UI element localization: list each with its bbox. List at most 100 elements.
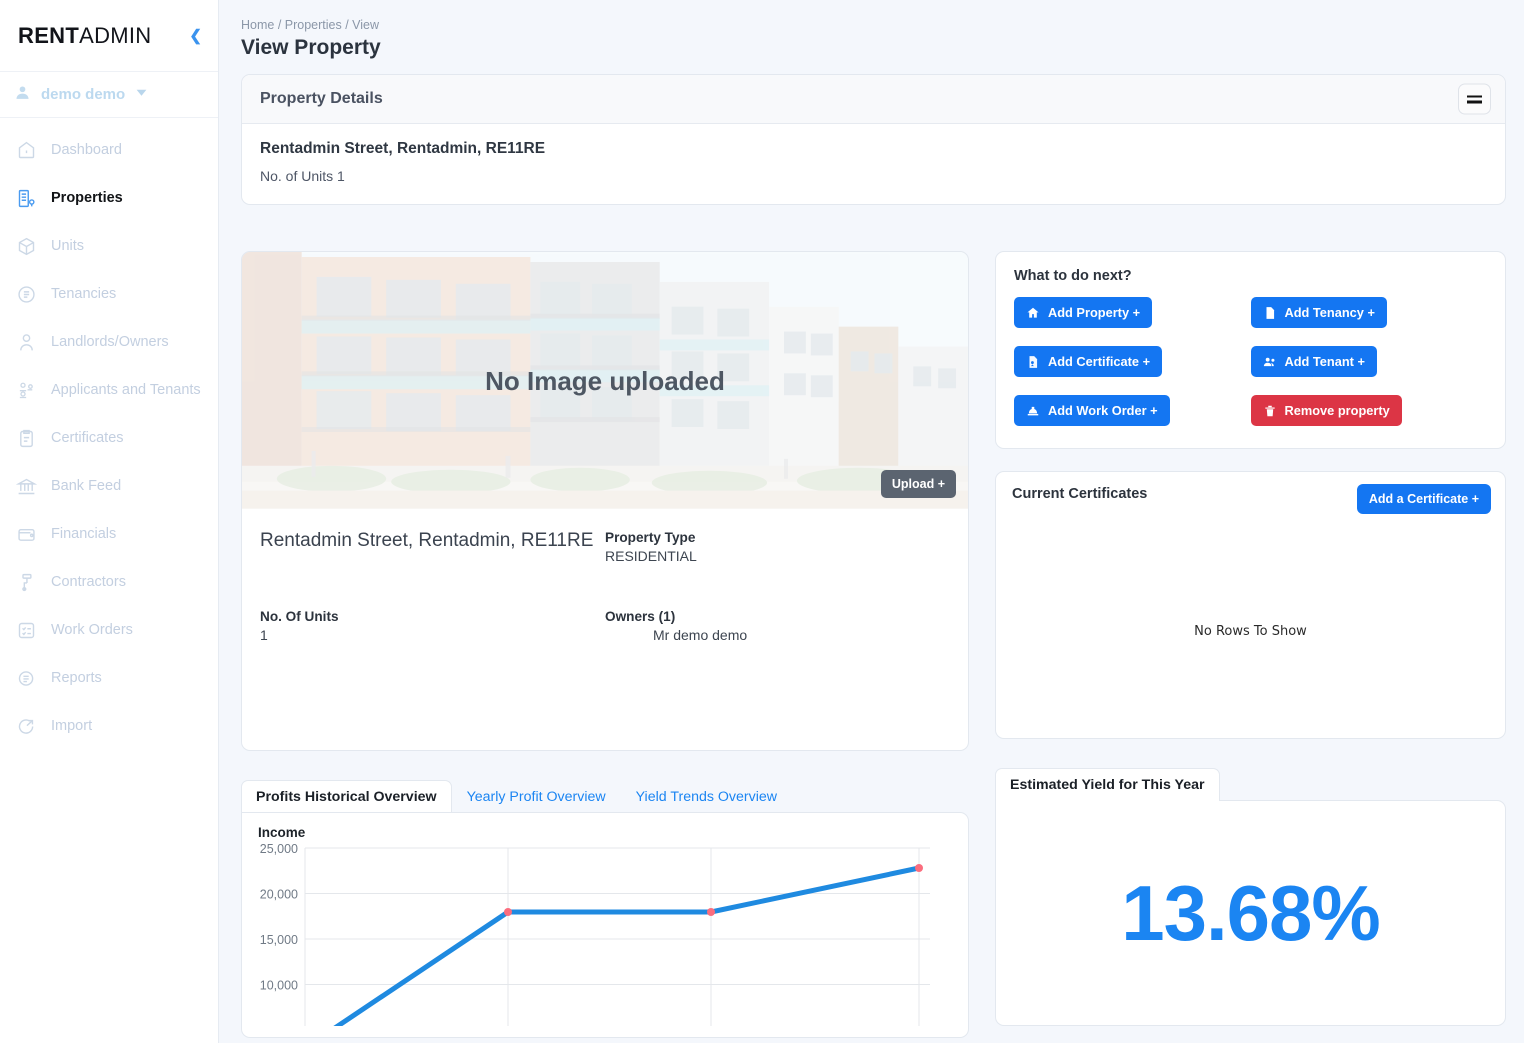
add-property-button[interactable]: Add Property + [1014,297,1153,328]
building-icon [16,188,37,209]
checklist-icon [16,620,37,641]
sidebar-item-financials[interactable]: Financials [0,510,218,558]
sidebar-item-label: Dashboard [51,142,122,158]
file-icon [1263,306,1277,320]
sidebar-item-label: Properties [51,190,123,206]
property-details-header: Property Details [242,75,1505,124]
owners-label: Owners (1) [605,609,676,624]
units-value: 1 [260,627,268,643]
hamburger-icon[interactable] [1458,83,1491,115]
estimated-yield-value: 13.68% [1121,868,1381,957]
chart-gridlines-horizontal [305,847,930,985]
brand-header: RENTADMIN ❮ [0,0,218,72]
report-icon [16,668,37,689]
home-pentagon-icon [16,140,37,161]
main-content: Home / Properties / View View Property P… [219,0,1524,1043]
document-circle-icon [16,284,37,305]
tab-estimated-yield[interactable]: Estimated Yield for This Year [995,768,1220,801]
add-work-order-button[interactable]: Add Work Order + [1014,395,1170,426]
sidebar-item-landlords-owners[interactable]: Landlords/Owners [0,318,218,366]
property-details-title: Property Details [260,90,383,107]
sidebar-item-label: Reports [51,670,102,686]
right-column: What to do next? Add Property + Add Tena… [995,251,1506,1038]
svg-text:20,000: 20,000 [260,888,298,902]
remove-property-button[interactable]: Remove property [1250,395,1402,426]
sidebar-item-label: Work Orders [51,622,133,638]
user-menu[interactable]: demo demo [0,72,218,118]
app-root: RENTADMIN ❮ demo demo Dashboard Properti… [0,0,1524,1043]
add-property-label: Add Property + [1048,305,1141,320]
cube-icon [16,236,37,257]
add-tenant-label: Add Tenant + [1284,354,1365,369]
certificate-icon [1026,355,1040,369]
hardhat-icon [1026,404,1040,418]
tab-yearly-profit-overview[interactable]: Yearly Profit Overview [452,780,621,813]
property-address: Rentadmin Street, Rentadmin, RE11RE [260,140,546,157]
tab-yield-trends-overview[interactable]: Yield Trends Overview [621,780,792,813]
chart-title: Income [258,825,306,840]
property-type-block: Property Type RESIDENTIAL [605,530,950,564]
property-address-block: Rentadmin Street, Rentadmin, RE11RE [260,530,605,564]
sidebar-item-work-orders[interactable]: Work Orders [0,606,218,654]
property-info-row-2: No. Of Units 1 Owners (1) Mr demo demo [242,564,968,643]
sidebar-item-properties[interactable]: Properties [0,174,218,222]
chart-gridlines-vertical [304,848,920,1026]
clipboard-icon [16,428,37,449]
add-tenant-button[interactable]: Add Tenant + [1250,346,1377,377]
sidebar-item-label: Bank Feed [51,478,122,494]
income-line-chart: 25,000 20,000 15,000 10,000 5,000 [242,840,968,1026]
svg-text:15,000: 15,000 [260,933,298,947]
units-label: No. Of Units [260,609,339,624]
tools-icon [16,572,37,593]
chart-line-series [333,865,922,1026]
sidebar-item-certificates[interactable]: Certificates [0,414,218,462]
current-certificates-card: Current Certificates Add a Certificate +… [995,471,1506,739]
sidebar-item-contractors[interactable]: Contractors [0,558,218,606]
import-arrow-icon [16,716,37,737]
add-a-certificate-button[interactable]: Add a Certificate + [1356,484,1491,514]
left-column: No Image uploaded Upload + Rentadmin Str… [241,251,969,1038]
home-icon [1026,306,1040,320]
caret-down-icon [135,86,148,104]
chevron-left-icon[interactable]: ❮ [189,28,202,43]
add-tenancy-button[interactable]: Add Tenancy + [1250,297,1387,328]
svg-text:5,000: 5,000 [267,1024,298,1026]
property-details-body: Rentadmin Street, Rentadmin, RE11RE No. … [242,124,1505,204]
sidebar-item-tenancies[interactable]: Tenancies [0,270,218,318]
property-image: No Image uploaded Upload + [242,252,968,510]
sidebar-item-reports[interactable]: Reports [0,654,218,702]
sidebar-item-label: Tenancies [51,286,117,302]
estimated-yield-panel: 13.68% [995,800,1506,1026]
what-to-do-buttons: Add Property + Add Tenancy + Add Certifi… [1014,297,1487,426]
sidebar-item-units[interactable]: Units [0,222,218,270]
property-type-value: RESIDENTIAL [605,548,697,564]
property-units-block: No. Of Units 1 [260,609,605,643]
add-work-order-label: Add Work Order + [1048,403,1158,418]
logo-bold: RENT [18,22,80,48]
sidebar-item-label: Landlords/Owners [51,334,169,350]
breadcrumb[interactable]: Home / Properties / View [241,18,1506,32]
svg-text:25,000: 25,000 [260,842,298,856]
sidebar-item-label: Financials [51,526,117,542]
property-address-value: Rentadmin Street, Rentadmin, RE11RE [260,530,594,551]
trash-icon [1263,404,1277,418]
wallet-icon [16,524,37,545]
sidebar-item-import[interactable]: Import [0,702,218,750]
property-details-card: Property Details Rentadmin Street, Renta… [241,74,1506,205]
sidebar-item-bank-feed[interactable]: Bank Feed [0,462,218,510]
chart-tabs: Profits Historical Overview Yearly Profi… [241,779,969,813]
property-owners-block: Owners (1) Mr demo demo [605,609,950,643]
sidebar-item-applicants-and-tenants[interactable]: Applicants and Tenants [0,366,218,414]
upload-image-button[interactable]: Upload + [880,470,956,498]
chart-panel: Income 25,000 20,000 15,000 10,000 [241,812,969,1038]
content-columns: No Image uploaded Upload + Rentadmin Str… [241,251,1506,1038]
user-name: demo demo [41,86,126,103]
sidebar-item-dashboard[interactable]: Dashboard [0,126,218,174]
svg-text:10,000: 10,000 [260,979,298,993]
tab-profits-historical-overview[interactable]: Profits Historical Overview [241,780,452,813]
no-image-text: No Image uploaded [485,365,725,396]
chart-svg: 25,000 20,000 15,000 10,000 5,000 [260,842,930,1026]
add-certificate-button[interactable]: Add Certificate + [1014,346,1163,377]
logo-light: ADMIN [79,22,152,48]
app-logo: RENTADMIN [18,23,151,49]
